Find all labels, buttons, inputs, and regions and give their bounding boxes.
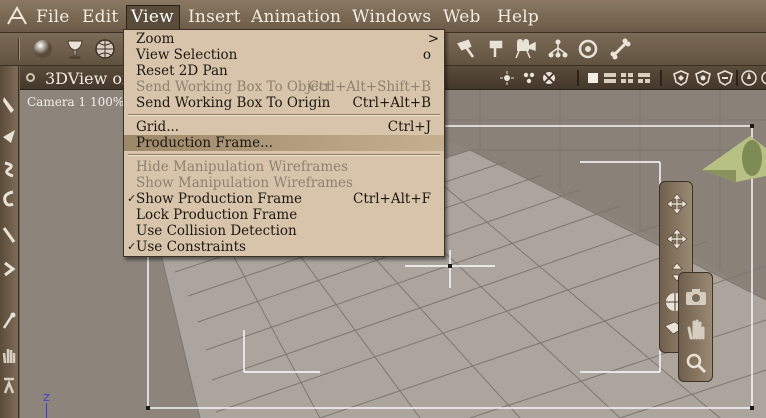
left-tool-strip (0, 66, 19, 418)
twist-icon[interactable] (0, 156, 18, 182)
hammer-icon-2[interactable] (485, 37, 509, 61)
view-menu: Zoom > View Selection o Reset 2D Pan Sen… (123, 29, 445, 257)
menu-item-production-frame[interactable]: Production Frame... (124, 135, 444, 151)
magnifier-icon[interactable] (684, 351, 708, 379)
shield-a-icon[interactable] (672, 70, 690, 86)
move-depth-icon[interactable] (665, 227, 689, 255)
menu-item-show-production-frame[interactable]: ✓ Show Production Frame Ctrl+Alt+F (124, 191, 444, 207)
compass-icon[interactable] (740, 70, 758, 86)
menu-item-zoom[interactable]: Zoom > (124, 31, 444, 47)
menu-item-hide-wireframes: Hide Manipulation Wireframes (136, 159, 349, 175)
menu-item-send-box-to-object: Send Working Box To Object Ctrl+Alt+Shif… (136, 79, 431, 95)
menu-web[interactable]: Web (443, 7, 481, 27)
brush-icon[interactable] (0, 92, 18, 118)
pin-icon[interactable] (0, 308, 18, 334)
hook-icon[interactable] (0, 186, 18, 212)
shield-b-icon[interactable] (694, 70, 712, 86)
view-options-icon[interactable] (26, 73, 35, 82)
menu-file[interactable]: File (36, 7, 70, 27)
menu-windows[interactable]: Windows (352, 7, 431, 27)
menu-edit[interactable]: Edit (82, 7, 118, 27)
check-icon: ✓ (127, 192, 137, 205)
render-icon[interactable] (541, 70, 557, 86)
menu-item-use-collision-detection[interactable]: Use Collision Detection (124, 223, 444, 239)
light-icon[interactable] (499, 70, 515, 86)
menu-animation[interactable]: Animation (251, 7, 341, 27)
pose-icon[interactable] (0, 372, 18, 398)
separator (736, 70, 738, 86)
shield-c-icon[interactable] (716, 70, 734, 86)
submenu-arrow-icon: > (427, 31, 439, 47)
axis-z-line (46, 403, 47, 418)
menu-item-show-wireframes: Show Manipulation Wireframes (136, 175, 353, 191)
toolbar-grip (18, 38, 20, 60)
menu-view[interactable]: View (126, 5, 180, 30)
globe-icon[interactable] (93, 37, 117, 61)
menu-separator (128, 114, 440, 116)
view-title: 3DView of (45, 69, 128, 88)
target-icon[interactable] (576, 37, 600, 61)
layout-single-icon[interactable] (586, 70, 600, 86)
camera-label[interactable]: Camera 1 100% (27, 95, 124, 109)
app-logo-icon[interactable] (6, 5, 28, 27)
camera-icon[interactable] (684, 287, 708, 311)
menu-help[interactable]: Help (497, 7, 539, 27)
hammer-icon[interactable] (455, 37, 479, 61)
menu-insert[interactable]: Insert (188, 7, 241, 27)
camera-crane-icon[interactable] (513, 37, 537, 61)
menu-item-view-selection[interactable]: View Selection o (124, 47, 444, 63)
menu-separator (128, 154, 440, 156)
bone-icon[interactable] (608, 37, 632, 61)
camera-palette (678, 272, 713, 382)
light-set-icon[interactable] (521, 70, 537, 86)
move-icon[interactable] (665, 192, 689, 220)
nodes-icon[interactable] (546, 37, 570, 61)
menu-item-lock-production-frame[interactable]: Lock Production Frame (124, 207, 444, 223)
layout-four-icon[interactable] (620, 70, 634, 86)
chain-icon[interactable] (0, 256, 18, 282)
arrow-icon[interactable] (0, 124, 18, 150)
hand-icon[interactable] (684, 317, 708, 345)
goblet-icon[interactable] (63, 37, 87, 61)
hand-icon[interactable] (0, 342, 18, 368)
menu-item-send-box-to-origin[interactable]: Send Working Box To Origin Ctrl+Alt+B (124, 95, 444, 111)
layout-grid-icon[interactable] (637, 70, 651, 86)
menu-item-grid[interactable]: Grid... Ctrl+J (124, 119, 444, 135)
menu-item-use-constraints[interactable]: ✓ Use Constraints (124, 239, 444, 255)
layout-two-icon[interactable] (603, 70, 617, 86)
pencil-icon[interactable] (0, 222, 18, 248)
check-icon: ✓ (127, 240, 137, 253)
menu-item-reset-2d-pan[interactable]: Reset 2D Pan (124, 63, 444, 79)
sphere-icon[interactable] (31, 37, 55, 61)
separator (577, 70, 579, 86)
separator (660, 70, 662, 86)
compass-extra-icon[interactable] (761, 70, 766, 86)
